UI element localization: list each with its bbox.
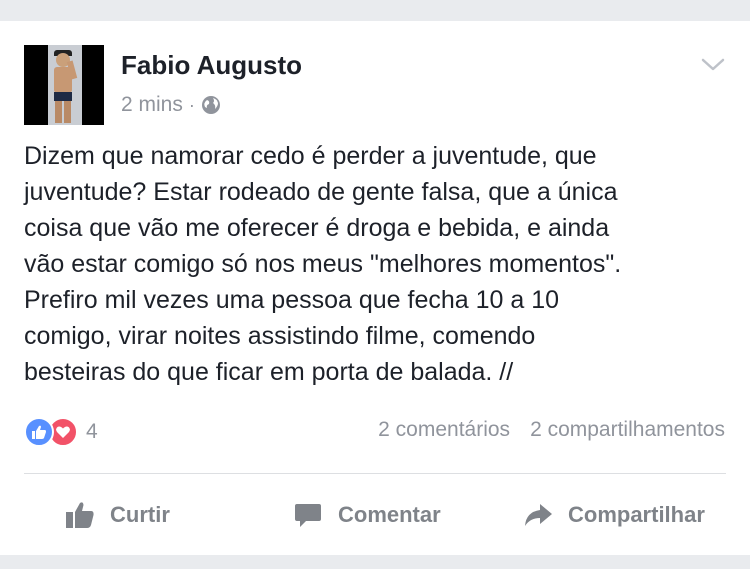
author-name[interactable]: Fabio Augusto: [121, 50, 302, 81]
like-button-label: Curtir: [110, 502, 170, 527]
author-avatar[interactable]: [24, 45, 104, 125]
comments-count-link[interactable]: 2 comentários: [378, 418, 510, 442]
post-body-text: Dizem que namorar cedo é perder a juvent…: [24, 142, 622, 386]
actions-divider: [24, 473, 726, 474]
comment-button[interactable]: Comentar: [292, 493, 441, 537]
reactions-summary[interactable]: 4: [24, 417, 98, 447]
engagement-counts: 2 comentários 2 compartilhamentos: [378, 418, 725, 442]
share-arrow-icon: [525, 504, 552, 526]
post-card: Fabio Augusto 2 mins · Dizem que namorar…: [0, 21, 750, 569]
post-meta: 2 mins ·: [121, 93, 221, 117]
meta-separator: ·: [188, 94, 195, 115]
share-button[interactable]: Compartilhar: [522, 493, 705, 537]
share-button-label: Compartilhar: [568, 502, 705, 527]
reaction-count: 4: [86, 420, 98, 443]
like-button[interactable]: Curtir: [64, 493, 170, 537]
shares-count-link[interactable]: 2 compartilhamentos: [530, 418, 725, 442]
feed-top-separator: [0, 0, 750, 21]
like-reaction-icon: [24, 417, 54, 447]
post-time[interactable]: 2 mins: [121, 93, 183, 117]
comment-bubble-icon: [295, 504, 321, 527]
thumbs-up-icon: [66, 502, 94, 528]
globe-icon[interactable]: [201, 95, 221, 115]
comment-button-label: Comentar: [338, 502, 441, 527]
chevron-down-icon[interactable]: [700, 55, 726, 73]
feed-bottom-separator: [0, 555, 750, 569]
